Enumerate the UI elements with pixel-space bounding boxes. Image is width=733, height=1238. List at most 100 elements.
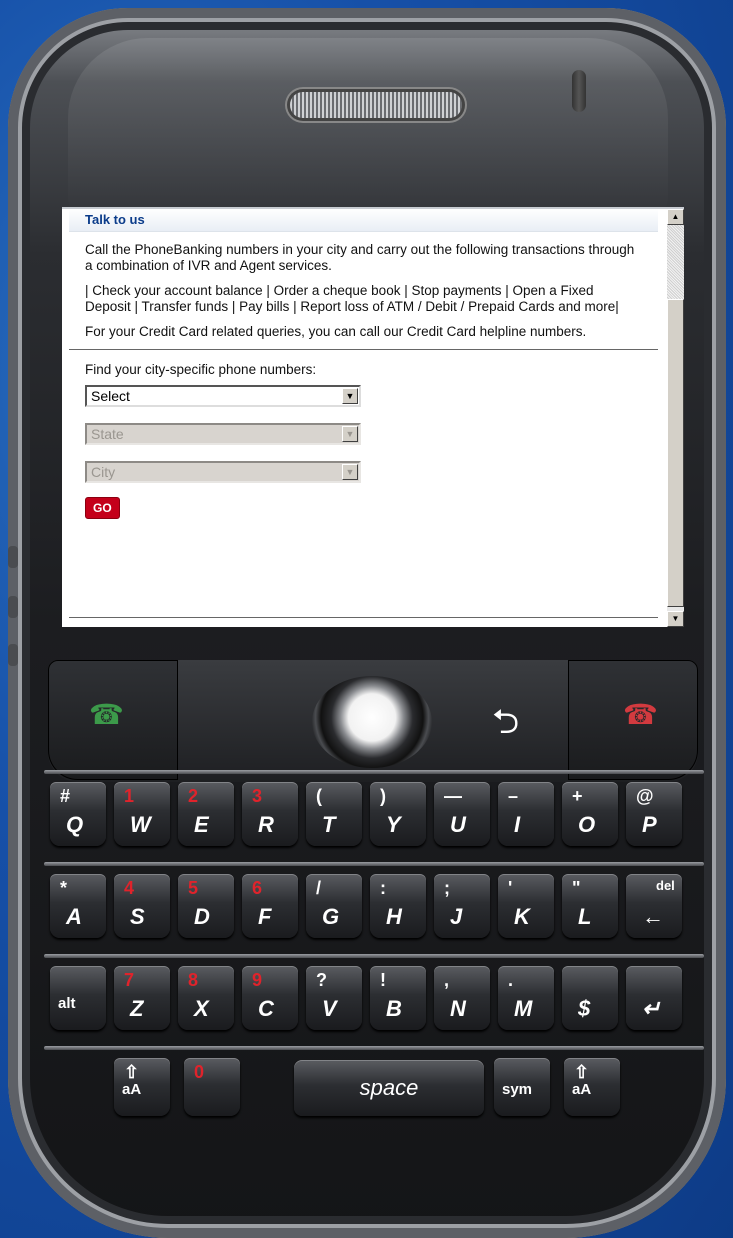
key-alt-label: *	[60, 878, 68, 898]
key-zero[interactable]: 0	[184, 1058, 240, 1116]
keyboard: space # Q 1 W 2 E 3 R(T) Y — U – I + O @ P * A 4 S 5 D 6 F / G: H; J…	[44, 770, 704, 1130]
key-row-separator	[44, 770, 704, 774]
key-main-label: aA	[572, 1081, 592, 1098]
scrollbar[interactable]: ▲ ▼	[667, 209, 684, 627]
key-main-label: Y	[386, 812, 401, 837]
key-main-label: W	[130, 812, 151, 837]
key-k[interactable]: ' K	[498, 874, 554, 938]
key-main-label: M	[514, 996, 533, 1021]
state-select[interactable]: State ▼	[85, 423, 361, 445]
paragraph: Call the PhoneBanking numbers in your ci…	[85, 242, 635, 273]
key[interactable]: del ←	[626, 874, 682, 938]
key-main-label: ↵	[642, 996, 661, 1021]
key-main-label: K	[514, 904, 530, 929]
key-w[interactable]: 1W	[114, 782, 170, 846]
key-alt[interactable]: alt	[50, 966, 106, 1030]
trackball[interactable]	[312, 676, 432, 768]
key-alt-label: @	[636, 786, 654, 806]
city-select[interactable]: City ▼	[85, 461, 361, 483]
key-alt-label: /	[316, 878, 322, 898]
key-r[interactable]: 3R	[242, 782, 298, 846]
key[interactable]: ↵	[626, 966, 682, 1030]
key-o[interactable]: + O	[562, 782, 618, 846]
phone-shine	[68, 38, 668, 218]
key-main-label: L	[578, 904, 592, 929]
key-f[interactable]: 6F	[242, 874, 298, 938]
call-button[interactable]: ☎	[48, 660, 178, 780]
scroll-up-button[interactable]: ▲	[667, 209, 684, 225]
key-main-label: G	[322, 904, 340, 929]
key-main-label: alt	[58, 995, 76, 1012]
key[interactable]: $	[562, 966, 618, 1030]
key-c[interactable]: 9C	[242, 966, 298, 1030]
key-d[interactable]: 5D	[178, 874, 234, 938]
key-main-label: B	[386, 996, 402, 1021]
finder-label: Find your city-specific phone numbers:	[85, 362, 317, 377]
key-sym[interactable]: sym	[494, 1058, 550, 1116]
key-a[interactable]: * A	[50, 874, 106, 938]
key-z[interactable]: 7Z	[114, 966, 170, 1030]
key-y[interactable]: ) Y	[370, 782, 426, 846]
key-t[interactable]: (T	[306, 782, 362, 846]
space-key[interactable]: space	[294, 1060, 484, 1116]
key-main-label: S	[130, 904, 145, 929]
key-alt-label: 5	[188, 878, 199, 898]
key-alt-label: 2	[188, 786, 199, 806]
key-main-label: U	[450, 812, 466, 837]
key-i[interactable]: – I	[498, 782, 554, 846]
key-main-label: ←	[642, 904, 664, 929]
side-button[interactable]	[8, 644, 18, 666]
phone-screen: Talk to us Call the PhoneBanking numbers…	[62, 207, 684, 627]
key-alt-label: 7	[124, 970, 135, 990]
key-s[interactable]: 4S	[114, 874, 170, 938]
key-p[interactable]: @ P	[626, 782, 682, 846]
key-main-label: Q	[66, 812, 84, 837]
key-alt-label: !	[380, 970, 386, 990]
key-main-label: V	[322, 996, 337, 1021]
key-alt-label: )	[380, 786, 386, 806]
key-row-separator	[44, 1046, 704, 1050]
key-main-label: P	[642, 812, 657, 837]
key-main-label: J	[450, 904, 463, 929]
key-u[interactable]: — U	[434, 782, 490, 846]
key-row-separator	[44, 862, 704, 866]
side-button[interactable]	[8, 596, 18, 618]
end-call-button[interactable]: ☎	[568, 660, 698, 780]
key-b[interactable]: ! B	[370, 966, 426, 1030]
intro-text: Call the PhoneBanking numbers in your ci…	[69, 232, 658, 340]
key-main-label: T	[322, 812, 336, 837]
page-title: Talk to us	[69, 209, 658, 232]
chevron-down-icon[interactable]: ▼	[342, 426, 358, 442]
key-shift[interactable]: ⇧ aA	[114, 1058, 170, 1116]
key-v[interactable]: ? V	[306, 966, 362, 1030]
key-n[interactable]: ,N	[434, 966, 490, 1030]
key-alt-label: #	[60, 786, 71, 806]
scroll-thumb[interactable]	[667, 299, 684, 607]
chevron-down-icon[interactable]: ▼	[342, 388, 358, 404]
key-m[interactable]: .M	[498, 966, 554, 1030]
key-h[interactable]: :H	[370, 874, 426, 938]
key-q[interactable]: # Q	[50, 782, 106, 846]
key-alt-label: ⇧	[574, 1062, 590, 1082]
scroll-down-button[interactable]: ▼	[667, 611, 684, 627]
type-select[interactable]: Select ▼	[85, 385, 361, 407]
key-main-label: C	[258, 996, 274, 1021]
scroll-track[interactable]	[667, 225, 684, 299]
go-button[interactable]: GO	[85, 497, 120, 519]
key-x[interactable]: 8X	[178, 966, 234, 1030]
chevron-down-icon[interactable]: ▼	[342, 464, 358, 480]
side-button[interactable]	[8, 546, 18, 568]
key-j[interactable]: ; J	[434, 874, 490, 938]
key-main-label: O	[578, 812, 596, 837]
key-alt-label: ;	[444, 878, 450, 898]
key-l[interactable]: " L	[562, 874, 618, 938]
phone-call-icon: ☎	[89, 699, 124, 730]
light-sensor	[572, 70, 586, 112]
key-main-label: R	[258, 812, 274, 837]
key-alt-label: —	[444, 786, 462, 806]
back-arrow-icon[interactable]: ⮌	[492, 705, 519, 739]
key-alt-label: 0	[194, 1062, 205, 1082]
key-shift[interactable]: ⇧ aA	[564, 1058, 620, 1116]
key-g[interactable]: / G	[306, 874, 362, 938]
key-e[interactable]: 2E	[178, 782, 234, 846]
